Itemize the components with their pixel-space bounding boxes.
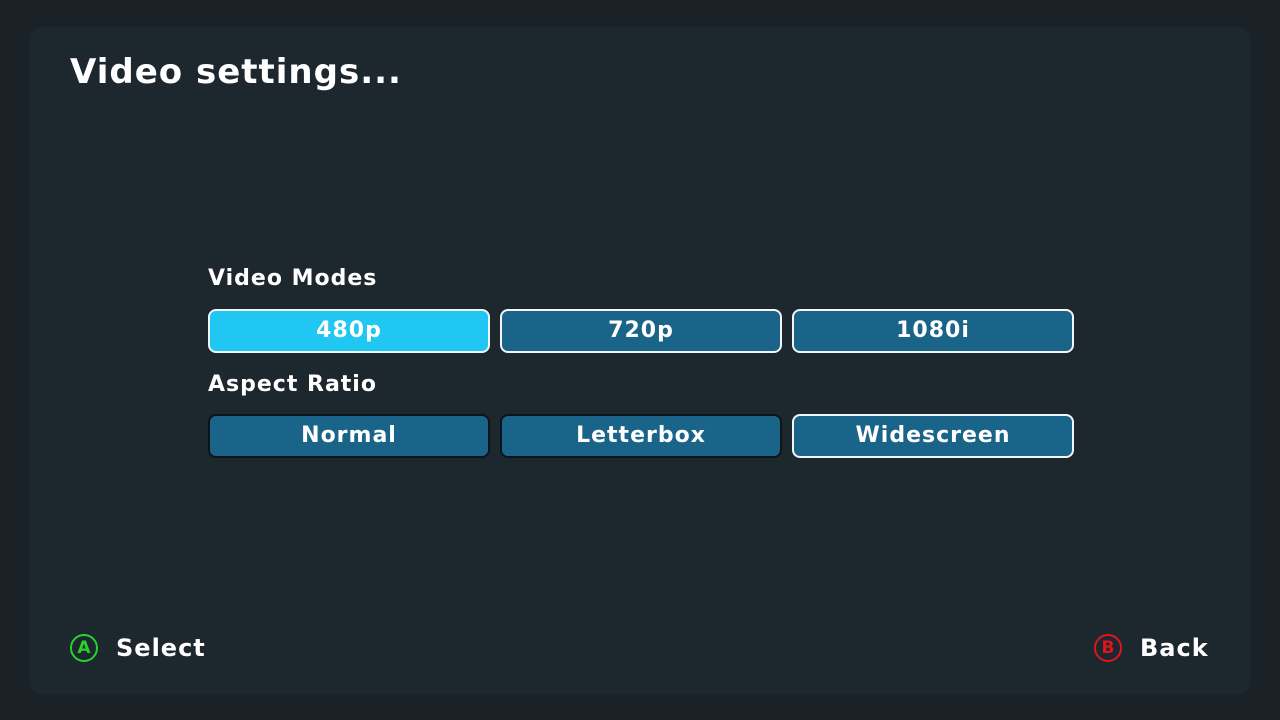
page-title: Video settings... <box>70 52 402 92</box>
aspect-ratio-options: Normal Letterbox Widescreen <box>208 414 1075 458</box>
select-hint[interactable]: A Select <box>70 631 206 665</box>
aspect-widescreen-button[interactable]: Widescreen <box>792 414 1074 458</box>
video-mode-480p-button[interactable]: 480p <box>208 309 490 353</box>
a-button-icon: A <box>70 634 98 662</box>
aspect-letterbox-button[interactable]: Letterbox <box>500 414 782 458</box>
aspect-ratio-label: Aspect Ratio <box>208 372 377 397</box>
video-mode-1080i-button[interactable]: 1080i <box>792 309 1074 353</box>
video-modes-label: Video Modes <box>208 266 378 291</box>
select-hint-label: Select <box>116 634 206 662</box>
settings-panel <box>30 27 1250 694</box>
video-mode-720p-button[interactable]: 720p <box>500 309 782 353</box>
back-hint[interactable]: B Back <box>1094 631 1209 665</box>
video-modes-options: 480p 720p 1080i <box>208 309 1075 353</box>
aspect-normal-button[interactable]: Normal <box>208 414 490 458</box>
back-hint-label: Back <box>1140 634 1209 662</box>
b-button-icon: B <box>1094 634 1122 662</box>
